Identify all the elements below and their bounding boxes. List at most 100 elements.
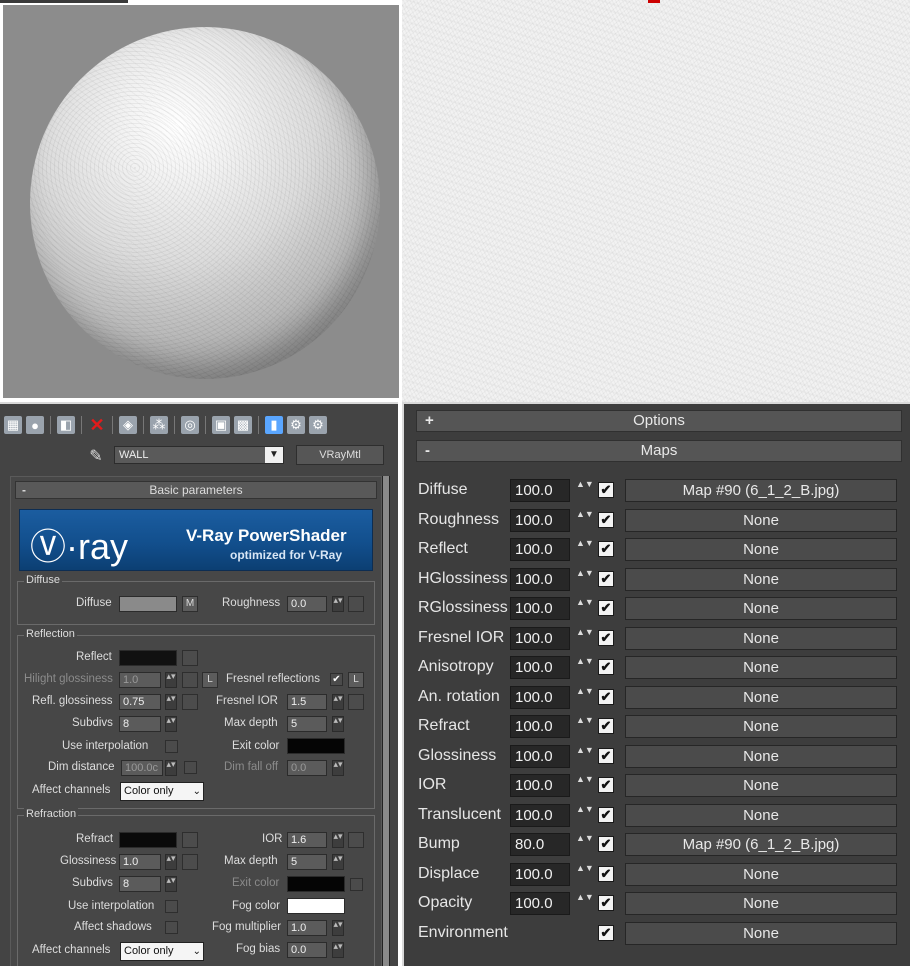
roughness-map-button[interactable] xyxy=(348,596,364,612)
map-slot-button[interactable]: None xyxy=(625,862,897,886)
map-amount-input[interactable]: 100.0 xyxy=(510,744,570,768)
map-amount-input[interactable]: 100.0 xyxy=(510,774,570,797)
refraction-exit-color-checkbox[interactable] xyxy=(350,878,363,891)
fresnel-ior-spinner[interactable]: ▴▾ xyxy=(332,694,344,710)
map-slot-button[interactable]: None xyxy=(625,597,897,620)
map-amount-spinner[interactable]: ▲▼ xyxy=(576,686,594,709)
refraction-exit-color-swatch[interactable] xyxy=(287,876,345,892)
map-amount-input[interactable]: 100.0 xyxy=(510,892,570,915)
map-enable-checkbox[interactable]: ✔ xyxy=(598,541,614,557)
map-enable-checkbox[interactable]: ✔ xyxy=(598,865,614,882)
fog-multiplier-input[interactable]: 1.0 xyxy=(287,920,327,936)
refraction-max-depth-spinner[interactable]: ▴▾ xyxy=(332,854,344,870)
map-amount-spinner[interactable]: ▲▼ xyxy=(576,479,594,502)
refl-glossiness-input[interactable]: 0.75 xyxy=(119,694,161,710)
reflection-subdivs-input[interactable]: 8 xyxy=(119,716,161,732)
reflect-color-swatch[interactable] xyxy=(119,650,177,666)
map-enable-checkbox[interactable]: ✔ xyxy=(598,895,614,911)
map-slot-button[interactable]: None xyxy=(625,803,897,827)
maps-rollout-header[interactable]: - Maps xyxy=(416,440,902,462)
map-amount-spinner[interactable]: ▲▼ xyxy=(576,538,594,561)
material-type-button[interactable]: VRayMtl xyxy=(296,445,384,465)
ior-spinner[interactable]: ▴▾ xyxy=(332,832,344,848)
refraction-affect-channels-select[interactable]: Color only ⌄ xyxy=(120,942,204,961)
refraction-use-interpolation-checkbox[interactable] xyxy=(165,900,178,913)
map-slot-button[interactable]: None xyxy=(625,774,897,797)
map-amount-spinner[interactable]: ▲▼ xyxy=(576,597,594,620)
refl-glossiness-spinner[interactable]: ▴▾ xyxy=(165,694,177,710)
roughness-spinner[interactable]: ▴▾ xyxy=(332,596,344,612)
map-enable-checkbox[interactable]: ✔ xyxy=(598,836,614,852)
map-amount-input[interactable]: 100.0 xyxy=(510,656,570,679)
map-enable-checkbox[interactable]: ✔ xyxy=(598,629,614,646)
map-amount-input[interactable]: 100.0 xyxy=(510,597,570,620)
refraction-glossiness-spinner[interactable]: ▴▾ xyxy=(165,854,177,870)
map-amount-input[interactable]: 100.0 xyxy=(510,862,570,886)
map-amount-input[interactable]: 100.0 xyxy=(510,567,570,591)
copy-icon[interactable]: ◈ xyxy=(119,416,137,434)
affect-shadows-checkbox[interactable] xyxy=(165,921,178,934)
map-slot-button[interactable]: None xyxy=(625,892,897,915)
map-amount-input[interactable]: 100.0 xyxy=(510,715,570,738)
map-slot-button[interactable]: None xyxy=(625,921,897,945)
map-slot-button[interactable]: None xyxy=(625,685,897,709)
map-enable-checkbox[interactable]: ✔ xyxy=(598,718,614,734)
reflection-affect-channels-select[interactable]: Color only ⌄ xyxy=(120,782,204,801)
checker-icon[interactable]: ▦ xyxy=(4,416,22,434)
diffuse-map-button[interactable]: M xyxy=(182,596,198,612)
reflection-subdivs-spinner[interactable]: ▴▾ xyxy=(165,716,177,732)
hilight-glossiness-input[interactable]: 1.0 xyxy=(119,672,161,688)
fog-color-swatch[interactable] xyxy=(287,898,345,914)
basic-parameters-header[interactable]: - Basic parameters xyxy=(15,481,377,499)
map-amount-input[interactable]: 100.0 xyxy=(510,508,570,532)
map-slot-button[interactable]: None xyxy=(625,715,897,738)
map-amount-input[interactable]: 100.0 xyxy=(510,479,570,502)
map-amount-spinner[interactable]: ▲▼ xyxy=(576,892,594,915)
map-amount-input[interactable]: 100.0 xyxy=(510,538,570,561)
reflection-exit-color-swatch[interactable] xyxy=(287,738,345,754)
refraction-max-depth-input[interactable]: 5 xyxy=(287,854,327,870)
map-slot-button[interactable]: Map #90 (6_1_2_B.jpg) xyxy=(625,833,897,856)
eyedropper-icon[interactable]: ✎ xyxy=(86,446,106,466)
map-enable-checkbox[interactable]: ✔ xyxy=(598,747,614,764)
refraction-subdivs-input[interactable]: 8 xyxy=(119,876,161,892)
map-enable-checkbox[interactable]: ✔ xyxy=(598,777,614,793)
roughness-input[interactable]: 0.0 xyxy=(287,596,327,612)
hilight-glossiness-map-button[interactable] xyxy=(182,672,198,688)
map-enable-checkbox[interactable]: ✔ xyxy=(598,600,614,616)
refract-map-button[interactable] xyxy=(182,832,198,848)
chevron-down-icon[interactable]: ▼ xyxy=(265,447,283,463)
parameters-scrollbar-thumb[interactable] xyxy=(383,476,389,966)
map-slot-button[interactable]: None xyxy=(625,744,897,768)
refraction-glossiness-input[interactable]: 1.0 xyxy=(119,854,161,870)
background-icon[interactable]: ▩ xyxy=(234,416,252,434)
hilight-glossiness-spinner[interactable]: ▴▾ xyxy=(165,672,177,688)
map-slot-button[interactable]: Map #90 (6_1_2_B.jpg) xyxy=(625,479,897,502)
map-amount-spinner[interactable]: ▲▼ xyxy=(576,627,594,650)
refract-color-swatch[interactable] xyxy=(119,832,177,848)
reflection-max-depth-spinner[interactable]: ▴▾ xyxy=(332,716,344,732)
get-material-icon[interactable]: ● xyxy=(26,416,44,434)
map-enable-checkbox[interactable]: ✔ xyxy=(598,659,614,675)
put-material-icon[interactable]: ◧ xyxy=(57,416,75,434)
refraction-glossiness-map-button[interactable] xyxy=(182,854,198,870)
map-amount-spinner[interactable]: ▲▼ xyxy=(576,715,594,738)
material-id-icon[interactable]: ◎ xyxy=(181,416,199,434)
refl-glossiness-map-button[interactable] xyxy=(182,694,198,710)
reflection-max-depth-input[interactable]: 5 xyxy=(287,716,327,732)
map-slot-button[interactable]: None xyxy=(625,538,897,561)
map-amount-input[interactable]: 100.0 xyxy=(510,803,570,827)
map-amount-spinner[interactable]: ▲▼ xyxy=(576,863,594,886)
map-amount-input[interactable]: 100.0 xyxy=(510,685,570,709)
map-enable-checkbox[interactable]: ✔ xyxy=(598,924,614,941)
fog-bias-spinner[interactable]: ▴▾ xyxy=(332,942,344,958)
show-map-icon[interactable]: ▣ xyxy=(212,416,230,434)
reflect-map-button[interactable] xyxy=(182,650,198,666)
material-name-dropdown[interactable]: WALL ▼ xyxy=(114,446,284,464)
map-amount-spinner[interactable]: ▲▼ xyxy=(576,656,594,679)
dim-distance-checkbox[interactable] xyxy=(184,761,197,774)
map-amount-input[interactable]: 80.0 xyxy=(510,833,570,856)
material-preview-frame[interactable] xyxy=(3,5,399,398)
map-enable-checkbox[interactable]: ✔ xyxy=(598,482,614,498)
map-amount-spinner[interactable]: ▲▼ xyxy=(576,833,594,856)
